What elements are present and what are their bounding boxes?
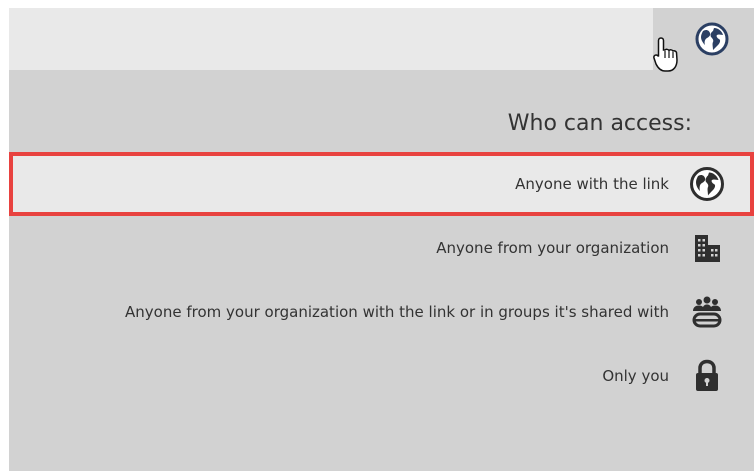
option-anyone-in-organization[interactable]: Anyone from your organization [9, 216, 754, 280]
group-link-icon [689, 294, 725, 330]
option-label: Only you [602, 367, 669, 385]
panel-title: Who can access: [507, 111, 692, 136]
building-icon [689, 230, 725, 266]
option-only-you[interactable]: Only you [9, 344, 754, 408]
access-toggle-button[interactable] [695, 22, 729, 56]
option-label: Anyone from your organization [436, 239, 669, 257]
lock-icon [689, 358, 725, 394]
top-bar [9, 8, 653, 70]
globe-icon [689, 166, 725, 202]
option-label: Anyone from your organization with the l… [125, 303, 669, 321]
sharing-panel: Who can access: Anyone with the link Any… [9, 8, 754, 471]
option-anyone-with-link[interactable]: Anyone with the link [9, 152, 754, 216]
option-organization-link-or-groups[interactable]: Anyone from your organization with the l… [9, 280, 754, 344]
hand-cursor-icon [653, 37, 678, 72]
option-label: Anyone with the link [515, 175, 669, 193]
globe-icon [695, 22, 729, 56]
